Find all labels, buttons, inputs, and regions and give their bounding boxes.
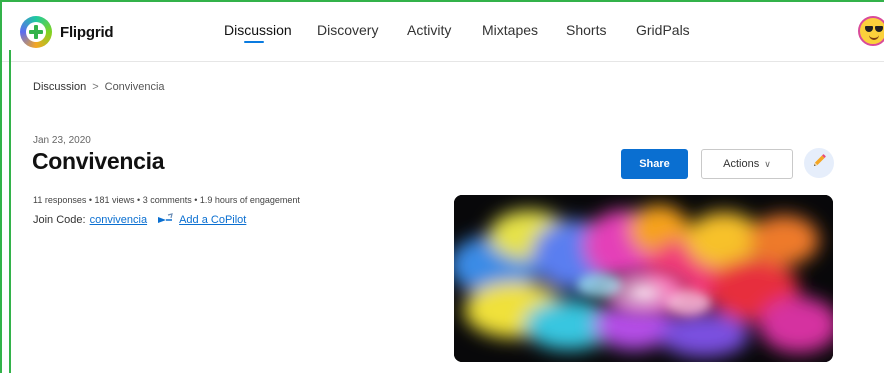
actions-dropdown-button[interactable]: Actions ∨ xyxy=(701,149,793,179)
share-button[interactable]: Share xyxy=(621,149,688,179)
actions-label: Actions xyxy=(723,158,760,170)
topic-stats: 11 responses • 181 views • 3 comments • … xyxy=(33,195,300,205)
breadcrumb-discussion[interactable]: Discussion xyxy=(33,81,86,93)
page-title: Convivencia xyxy=(32,148,165,174)
join-code-link[interactable]: convivencia xyxy=(90,214,147,226)
breadcrumb-separator-icon: > xyxy=(92,81,99,93)
pencil-icon xyxy=(811,153,827,174)
breadcrumb: Discussion > Convivencia xyxy=(33,81,165,93)
copilot-icon xyxy=(157,213,173,227)
chevron-down-icon: ∨ xyxy=(764,158,771,169)
color-powder-explosion-image xyxy=(454,195,833,362)
frame-left-border xyxy=(9,50,11,373)
topic-date: Jan 23, 2020 xyxy=(33,135,91,146)
join-code-row: Join Code: convivencia Add a CoPilot xyxy=(33,213,246,227)
add-copilot-link[interactable]: Add a CoPilot xyxy=(179,214,246,226)
topic-hero-image xyxy=(454,195,833,362)
breadcrumb-current: Convivencia xyxy=(104,81,165,93)
edit-button[interactable] xyxy=(804,148,834,178)
join-code-label: Join Code: xyxy=(33,214,86,226)
